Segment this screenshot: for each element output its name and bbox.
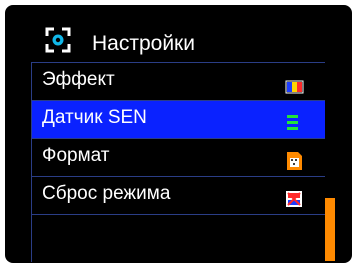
settings-panel: Настройки Эффект Датчик SEN Формат Сброс…: [5, 5, 352, 263]
menu-item-effect[interactable]: Эффект: [32, 62, 325, 100]
scrollbar-thumb[interactable]: [325, 198, 335, 261]
menu-item-label: Датчик SEN: [42, 107, 147, 128]
format-card-icon: [287, 152, 302, 170]
menu-item-empty: [32, 214, 325, 252]
scrollbar[interactable]: [325, 65, 335, 261]
settings-frame-icon: [45, 27, 71, 53]
color-effect-icon: [285, 80, 304, 94]
reset-mode-icon: [286, 191, 302, 207]
camera-settings-screen: Настройки Эффект Датчик SEN Формат Сброс…: [0, 0, 358, 268]
menu-item-label: Сброс режима: [42, 183, 171, 204]
menu-item-format[interactable]: Формат: [32, 138, 325, 176]
menu-item-label: Эффект: [42, 69, 115, 90]
settings-header: Настройки: [5, 5, 352, 61]
menu-item-label: Формат: [42, 145, 110, 166]
menu-item-sensor[interactable]: Датчик SEN: [32, 100, 325, 138]
settings-menu: Эффект Датчик SEN Формат Сброс режима: [31, 62, 325, 262]
menu-item-reset[interactable]: Сброс режима: [32, 176, 325, 214]
sensor-bars-icon: [287, 115, 298, 130]
page-title: Настройки: [92, 32, 195, 55]
